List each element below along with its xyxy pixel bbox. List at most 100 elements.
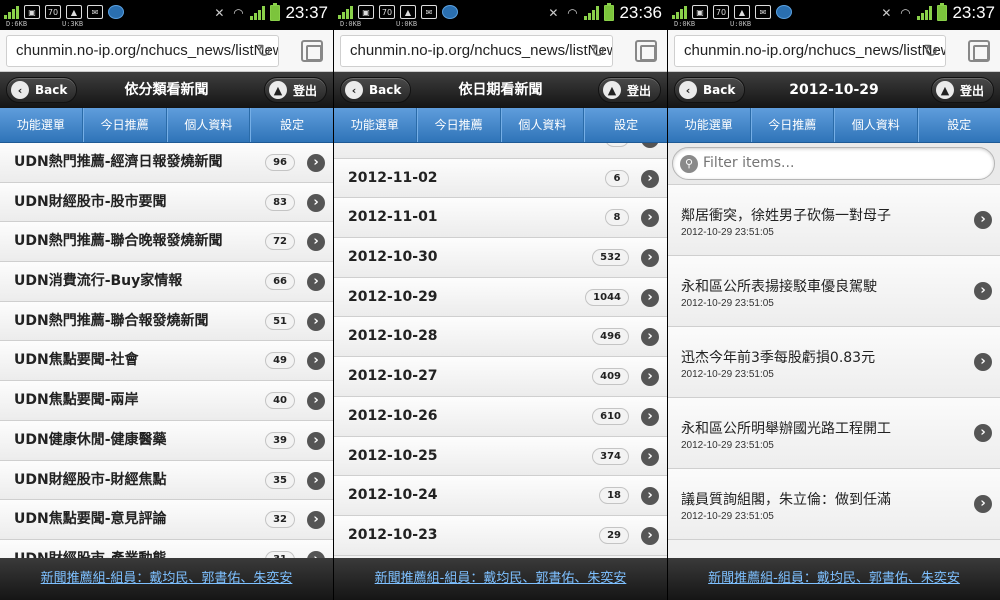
list-item[interactable]: 2012-11-03 1 › [334, 143, 667, 159]
list-item[interactable]: 2012-11-02 6 › [334, 158, 667, 199]
url-text: chunmin.no-ip.org/nchucs_news/listNews [16, 42, 279, 59]
chevron-right-icon: › [307, 431, 325, 450]
app-header: ‹ Back 依分類看新聞 ▲ 登出 [0, 72, 333, 108]
credits-link[interactable]: 新聞推薦組-組員：戴均民、郭書佑、朱奕安 [41, 571, 293, 586]
chevron-right-icon: › [307, 273, 325, 292]
page-title: 依分類看新聞 [124, 82, 209, 98]
news-item[interactable]: 永和區公所表揚接駁車優良駕駛 2012-10-29 23:51:05 › [668, 256, 1000, 327]
news-item[interactable]: 迅杰今年前3季每股虧損0.83元 2012-10-29 23:51:05 › [668, 327, 1000, 398]
nav-profile[interactable]: 個人資料 [500, 108, 585, 142]
list-item[interactable]: UDN熱門推薦-聯合晚報發燒新聞 72 › [0, 222, 333, 263]
search-icon: ⚲ [680, 155, 698, 173]
download-traffic: D:6KB [6, 20, 28, 28]
list-item[interactable]: UDN財經股市-產業動態 31 › [0, 539, 333, 558]
url-field[interactable]: chunmin.no-ip.org/nchucs_news/listNews ↻ [340, 35, 613, 67]
list-item[interactable]: 2012-10-26 610 › [334, 396, 667, 437]
nav-menu[interactable]: 功能選單 [0, 108, 83, 142]
count-badge: 29 [599, 526, 629, 544]
list-item[interactable]: 2012-10-30 532 › [334, 238, 667, 278]
refresh-icon[interactable]: ↻ [921, 41, 941, 61]
list-item[interactable]: 2012-11-01 8 › [334, 198, 667, 239]
credits-link[interactable]: 新聞推薦組-組員：戴均民、郭書佑、朱奕安 [708, 571, 960, 586]
list-item[interactable]: UDN熱門推薦-經濟日報發燒新聞 96 › [0, 143, 333, 183]
logout-button[interactable]: ▲ 登出 [930, 77, 994, 103]
screenshot-collage: ▣ 70 ▲ ✉ D:6KB U:3KB ✕ ◠ 23:37 chunmin.n… [0, 0, 1000, 600]
chevron-right-icon: › [307, 312, 325, 331]
screen-news-list: ▣ 70 ▲ ✉ D:0KB U:0KB ✕ ◠ 23:37 chunmin.n… [668, 0, 1000, 600]
list-item[interactable]: 2012-10-25 374 › [334, 436, 667, 477]
nav-menu[interactable]: 功能選單 [334, 108, 417, 142]
item-label: 2012-11-01 [348, 209, 438, 226]
refresh-icon[interactable]: ↻ [254, 41, 274, 61]
filter-input[interactable] [703, 148, 953, 179]
clock: 23:37 [952, 3, 995, 22]
browser-tabs-icon[interactable] [301, 40, 323, 62]
nav-settings[interactable]: 設定 [250, 108, 333, 142]
list-item[interactable]: UDN熱門推薦-聯合報發燒新聞 51 › [0, 301, 333, 342]
mute-icon: ✕ [214, 6, 225, 20]
list-item[interactable]: UDN財經股市-股市要聞 83 › [0, 182, 333, 223]
count-badge: 374 [592, 447, 629, 465]
nav-profile[interactable]: 個人資料 [834, 108, 918, 142]
list-item[interactable]: UDN焦點要聞-社會 49 › [0, 341, 333, 382]
list-item[interactable]: 2012-10-27 409 › [334, 357, 667, 397]
nav-menu[interactable]: 功能選單 [668, 108, 751, 142]
url-text: chunmin.no-ip.org/nchucs_news/listNews [684, 42, 946, 59]
logout-button[interactable]: ▲ 登出 [597, 77, 661, 103]
nav-today[interactable]: 今日推薦 [82, 108, 167, 142]
app-icon [776, 5, 792, 19]
news-list: 鄰居衝突，徐姓男子砍傷一對母子 2012-10-29 23:51:05 › 永和區公… [668, 185, 1000, 558]
picture-icon: ▲ [400, 5, 416, 19]
mail-icon: ✉ [87, 5, 103, 19]
download-traffic: D:0KB [340, 20, 362, 28]
filter-field[interactable]: ⚲ [672, 147, 995, 180]
chevron-right-icon: › [974, 495, 992, 513]
battery-icon [270, 3, 281, 21]
back-button[interactable]: ‹ Back [674, 77, 746, 103]
refresh-icon[interactable]: ↻ [588, 41, 608, 61]
url-field[interactable]: chunmin.no-ip.org/nchucs_news/listNews ↻ [6, 35, 279, 67]
news-item[interactable]: 永和區公所明舉辦國光路工程開工 2012-10-29 23:51:05 › [668, 398, 1000, 469]
count-badge: 40 [265, 392, 295, 410]
picture-icon: ▲ [734, 5, 750, 19]
chevron-right-icon: › [641, 407, 659, 426]
notification-count-icon: 70 [45, 5, 61, 19]
browser-tabs-icon[interactable] [968, 40, 990, 62]
list-item[interactable]: UDN焦點要聞-意見評論 32 › [0, 500, 333, 540]
alert-icon: ▲ [268, 81, 287, 99]
cell-signal-icon [250, 6, 266, 20]
chevron-right-icon: › [641, 249, 659, 268]
nav-today[interactable]: 今日推薦 [750, 108, 834, 142]
list-item[interactable]: UDN財經股市-財經焦點 35 › [0, 460, 333, 501]
nav-settings[interactable]: 設定 [917, 108, 1000, 142]
nav-today[interactable]: 今日推薦 [416, 108, 501, 142]
list-item[interactable]: UDN焦點要聞-兩岸 40 › [0, 381, 333, 421]
list-item[interactable]: UDN消費流行-Buy家情報 66 › [0, 262, 333, 302]
logout-label: 登出 [626, 83, 651, 98]
news-item[interactable]: 鄰居衝突，徐姓男子砍傷一對母子 2012-10-29 23:51:05 › [668, 185, 1000, 256]
credits-link[interactable]: 新聞推薦組-組員：戴均民、郭書佑、朱奕安 [375, 571, 627, 586]
image-notification-icon: ▣ [24, 5, 40, 19]
browser-tabs-icon[interactable] [635, 40, 657, 62]
list-item[interactable]: 2012-10-28 496 › [334, 317, 667, 358]
count-badge: 31 [265, 550, 295, 558]
list-item[interactable]: UDN健康休閒-健康醫藥 39 › [0, 420, 333, 461]
screen-by-category: ▣ 70 ▲ ✉ D:6KB U:3KB ✕ ◠ 23:37 chunmin.n… [0, 0, 333, 600]
count-badge: 610 [592, 407, 629, 425]
nav-settings[interactable]: 設定 [584, 108, 667, 142]
chevron-right-icon: › [641, 143, 659, 148]
item-label: 2012-10-27 [348, 368, 438, 385]
logout-button[interactable]: ▲ 登出 [263, 77, 327, 103]
nav-profile[interactable]: 個人資料 [166, 108, 251, 142]
back-button[interactable]: ‹ Back [340, 77, 412, 103]
news-item[interactable]: 議員質詢組閣，朱立倫：做到任滿 2012-10-29 23:51:05 › [668, 469, 1000, 540]
back-button[interactable]: ‹ Back [6, 77, 78, 103]
chevron-right-icon: › [307, 511, 325, 530]
list-item[interactable]: 2012-10-29 1044 › [334, 277, 667, 318]
item-label: UDN財經股市-財經焦點 [14, 471, 167, 488]
url-field[interactable]: chunmin.no-ip.org/nchucs_news/listNews ↻ [674, 35, 946, 67]
list-item[interactable]: 2012-10-23 29 › [334, 515, 667, 556]
list-item[interactable]: 2012-10-24 18 › [334, 476, 667, 516]
battery-icon [937, 3, 948, 21]
system-icons: ✕ ◠ 23:37 [879, 3, 995, 23]
